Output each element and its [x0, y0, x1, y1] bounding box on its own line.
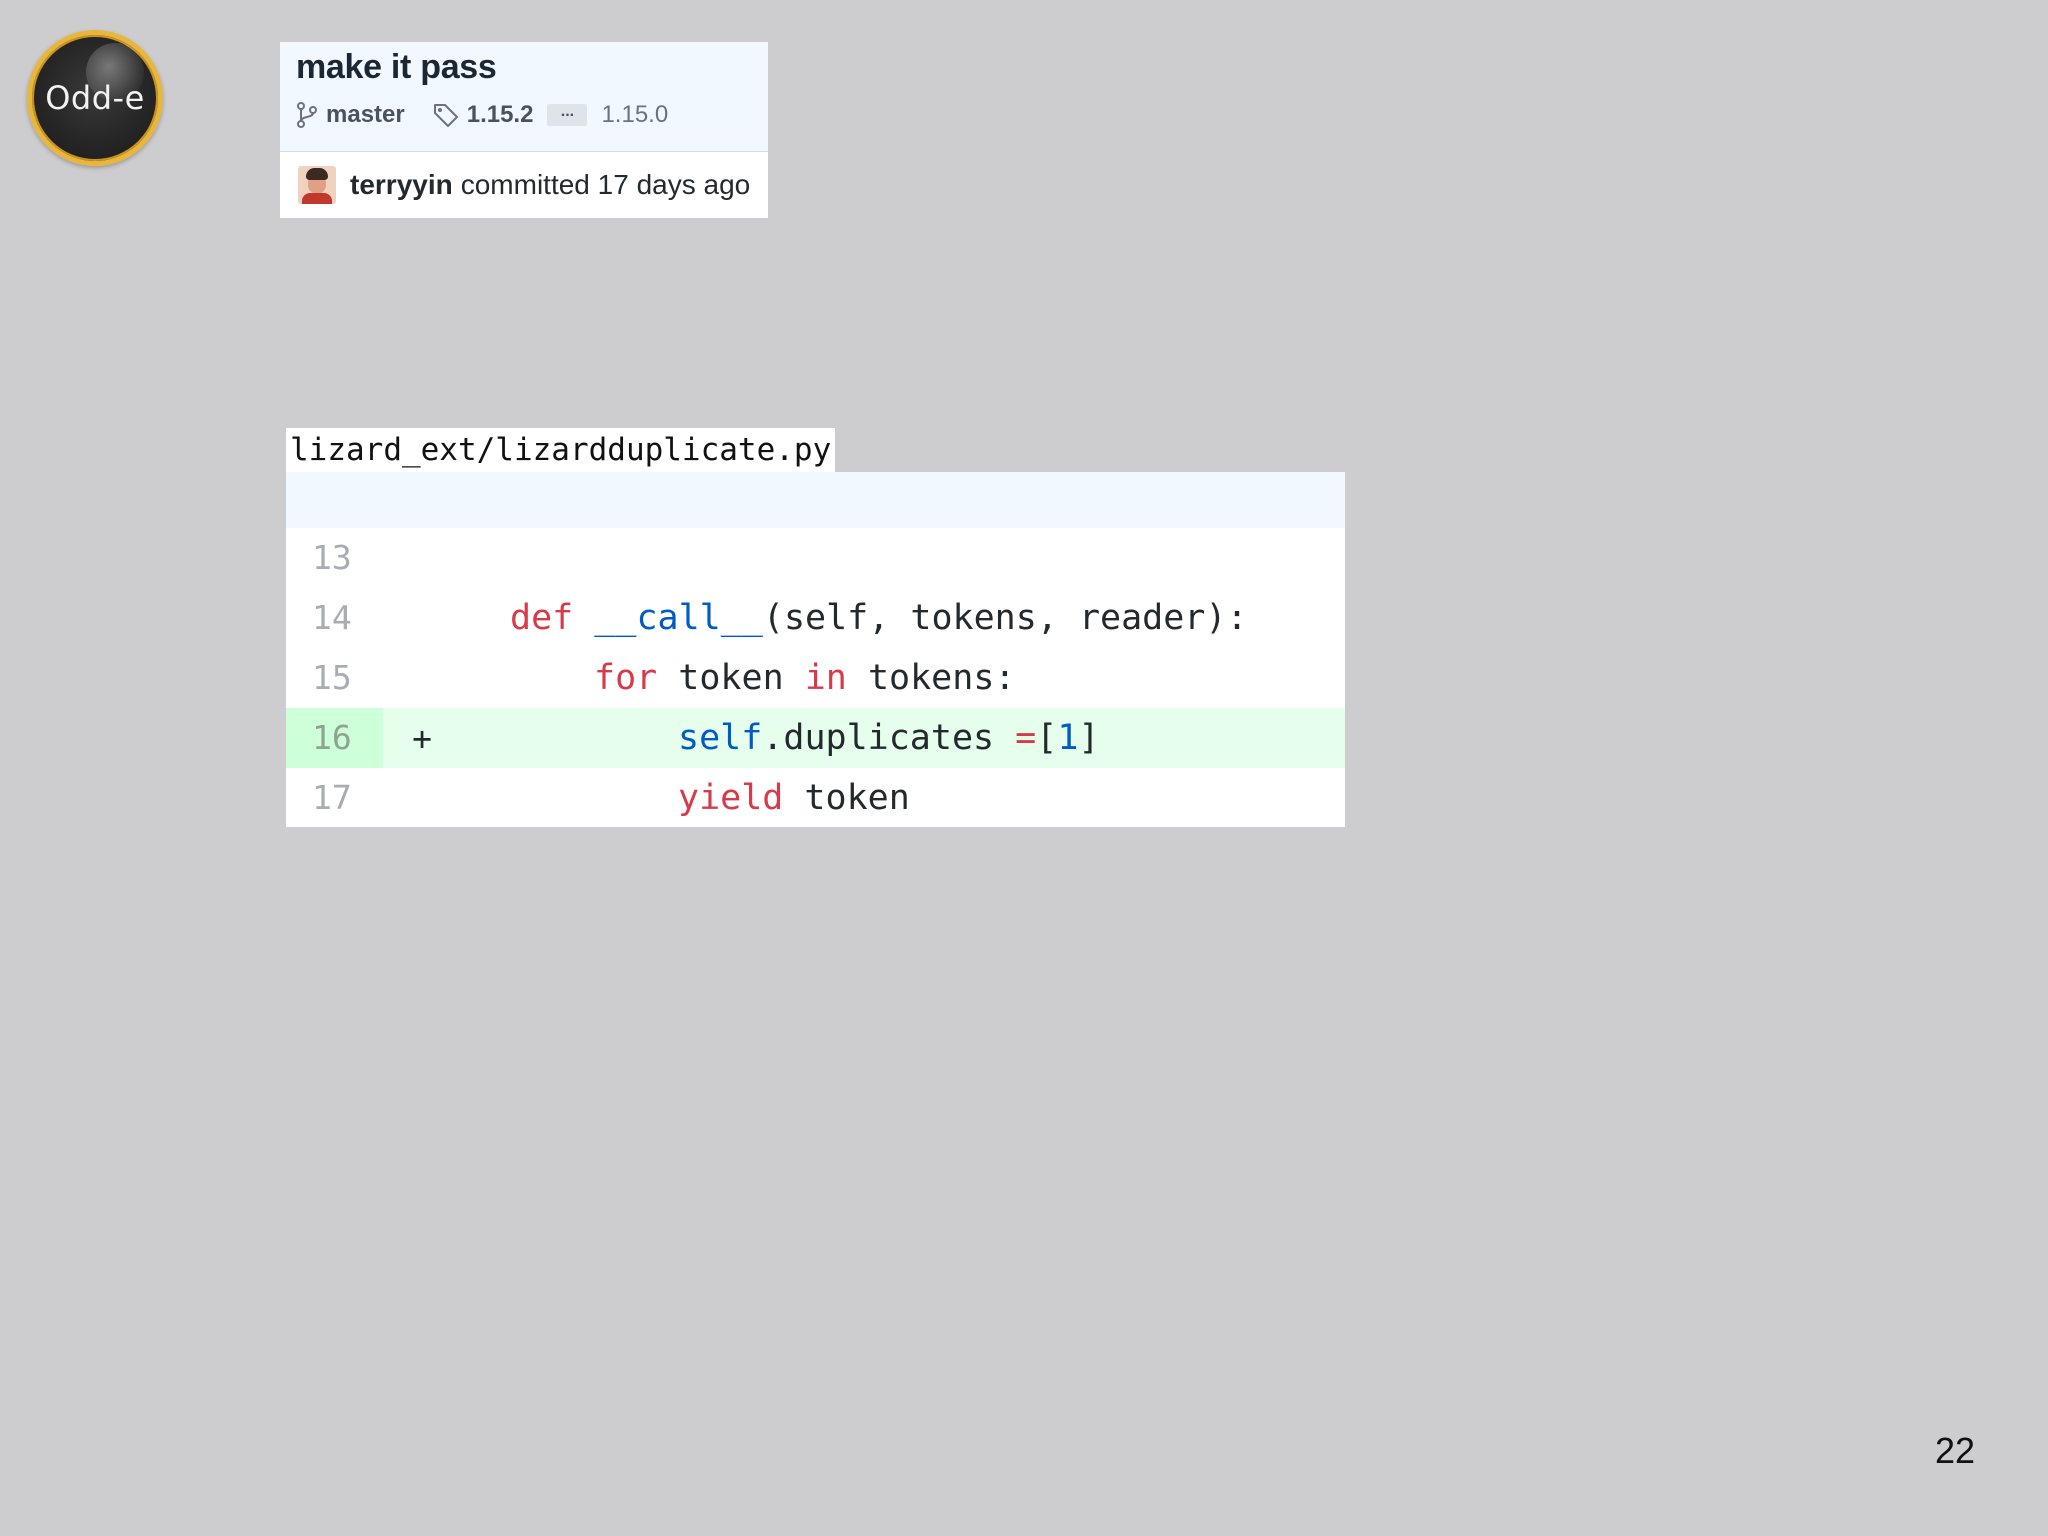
line-number[interactable]: 14	[286, 588, 383, 648]
avatar-hair	[306, 168, 328, 180]
keyword: in	[804, 658, 847, 698]
avatar-shirt	[302, 193, 332, 204]
commit-header: make it pass master 1.15.2 ... 1.15.0	[280, 42, 768, 152]
keyword: for	[594, 658, 658, 698]
commit-title[interactable]: make it pass	[296, 48, 768, 87]
tag-icon	[433, 104, 458, 127]
diff-marker: +	[412, 718, 432, 758]
diff-line-added: 16 + self.duplicates =[1]	[286, 708, 1345, 768]
diff-line: 15 for token in tokens:	[286, 648, 1345, 708]
code-line: for token in tokens:	[594, 658, 1015, 698]
code-text: [	[1036, 718, 1058, 758]
code-text: .duplicates	[762, 718, 1016, 758]
code-text: token	[657, 658, 805, 698]
page-number: 22	[1934, 1430, 1975, 1471]
code-text: (self, tokens, reader):	[762, 598, 1248, 638]
keyword: yield	[678, 778, 784, 818]
code-line: yield token	[678, 778, 910, 818]
code-line: self.duplicates =[1]	[678, 718, 1099, 758]
diff-line: 13	[286, 528, 1345, 588]
operator: =	[1015, 718, 1037, 758]
avatar[interactable]	[298, 166, 336, 204]
self-keyword: self	[678, 718, 763, 758]
commit-meta: master 1.15.2 ... 1.15.0	[296, 101, 768, 129]
git-branch-icon	[297, 102, 317, 128]
author-name[interactable]: terryyin	[350, 169, 453, 201]
code-line: def __call__(self, tokens, reader):	[510, 598, 1248, 638]
keyword: def	[510, 598, 574, 638]
commit-time: committed 17 days ago	[460, 169, 751, 200]
odd-e-logo: Odd-e	[27, 30, 163, 166]
code-text: token	[783, 778, 910, 818]
diff-hunk-header	[286, 472, 1345, 528]
line-number[interactable]: 17	[286, 768, 383, 828]
line-number[interactable]: 13	[286, 528, 383, 588]
more-tags-button[interactable]: ...	[547, 104, 588, 126]
diff-line: 14 def __call__(self, tokens, reader):	[286, 588, 1345, 648]
logo-text: Odd-e	[45, 79, 145, 117]
commit-author-row: terryyin committed 17 days ago	[280, 152, 768, 218]
branch-name[interactable]: master	[326, 101, 405, 129]
function-name: __call__	[594, 598, 763, 638]
tag-oldest[interactable]: 1.15.0	[601, 101, 668, 129]
code-text: ]	[1078, 718, 1100, 758]
number-literal: 1	[1057, 718, 1079, 758]
diff-view: 13 14 def __call__(self, tokens, reader)…	[286, 472, 1345, 827]
line-number[interactable]: 16	[286, 708, 383, 768]
commit-card: make it pass master 1.15.2 ... 1.15.0 te…	[280, 42, 768, 218]
code-text: tokens:	[846, 658, 1016, 698]
diff-line: 17 yield token	[286, 768, 1345, 828]
file-path: lizard_ext/lizardduplicate.py	[286, 428, 836, 472]
tag-latest[interactable]: 1.15.2	[467, 101, 534, 129]
line-number[interactable]: 15	[286, 648, 383, 708]
